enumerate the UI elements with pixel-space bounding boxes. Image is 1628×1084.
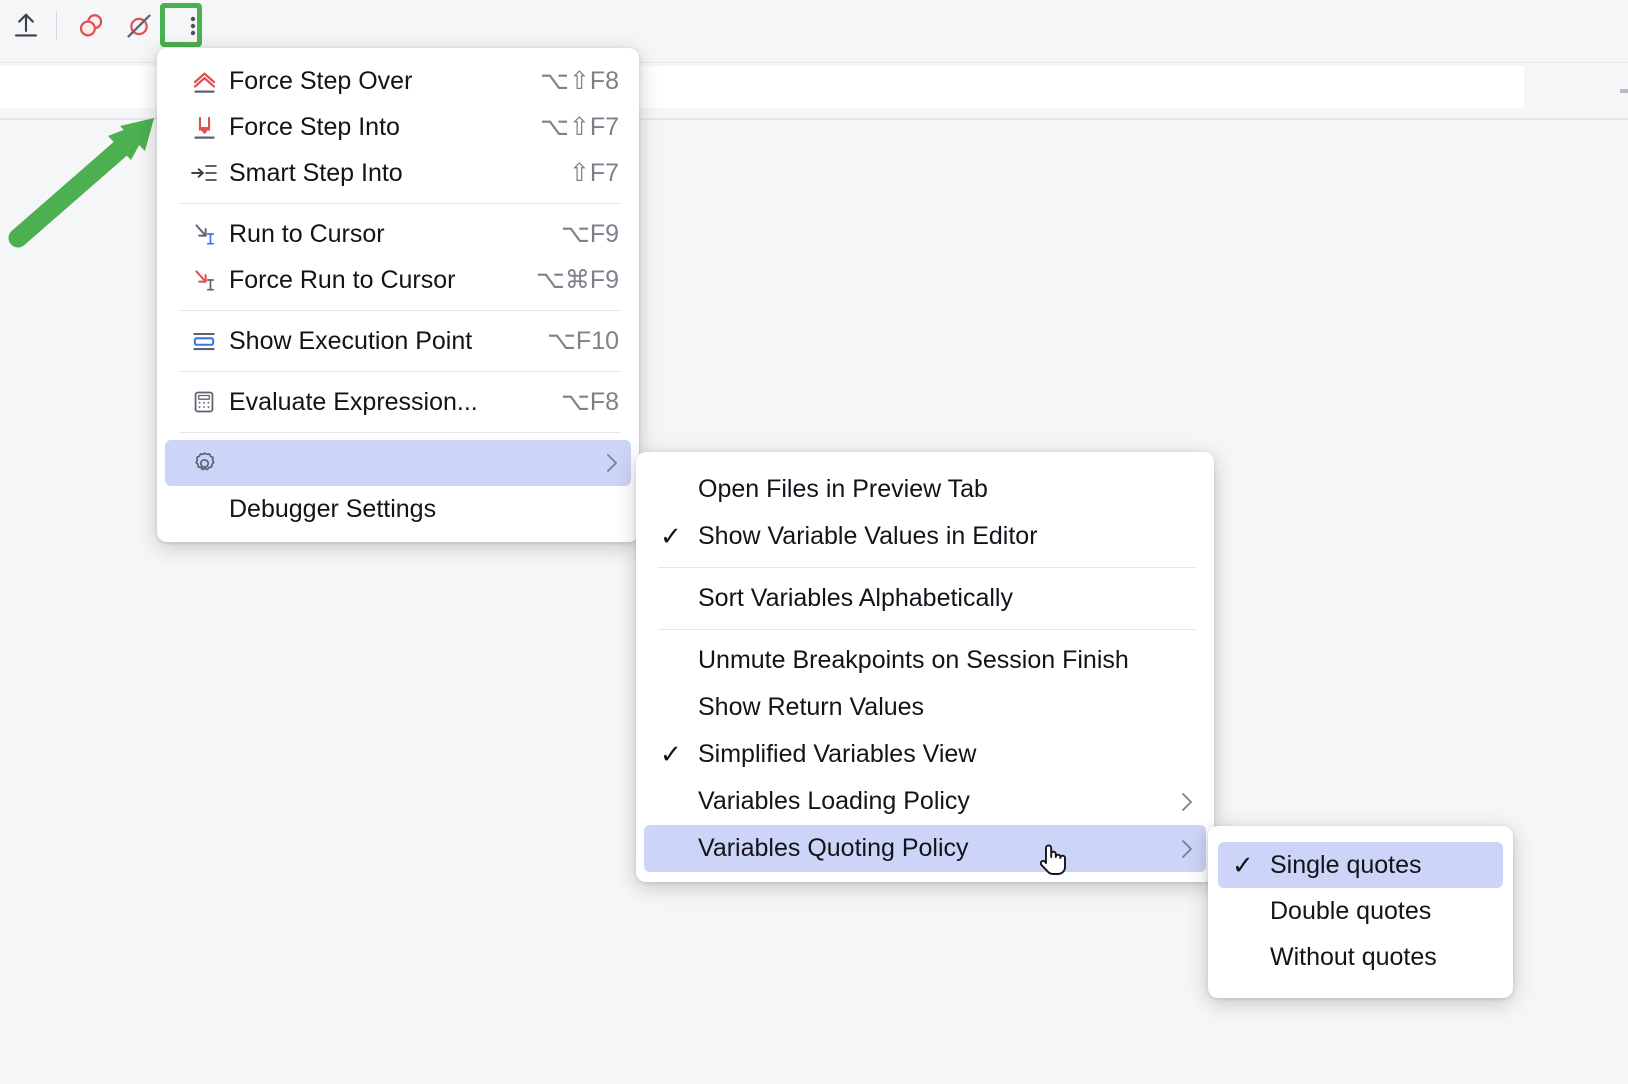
chevron-right-icon [605, 451, 619, 475]
menu-item-debugger-settings[interactable] [165, 440, 631, 486]
menu-item-label: Show Execution Point [229, 327, 519, 356]
force-step-over-icon [187, 66, 221, 96]
menu-item-shortcut: ⌥F9 [561, 219, 619, 249]
menu-item-force-step-over[interactable]: Force Step Over ⌥⇧F8 [165, 58, 631, 104]
menu-item-label: Force Run to Cursor [229, 266, 508, 295]
menu-item-label: Evaluate Expression... [229, 388, 533, 417]
menu-item-variables-loading-policy[interactable]: Variables Loading Policy [644, 778, 1206, 825]
check-icon: ✓ [1232, 850, 1270, 881]
menu-item-shortcut: ⌥F10 [547, 326, 619, 356]
menu-item-shortcut: ⌥⇧F7 [540, 112, 619, 142]
menu-item-simplified-variables-view[interactable]: ✓ Simplified Variables View [644, 731, 1206, 778]
menu-item-shortcut: ⇧F7 [569, 158, 619, 188]
force-run-to-cursor-icon [187, 265, 221, 295]
mute-breakpoints-icon [75, 10, 107, 42]
check-icon: ✓ [660, 739, 698, 770]
mute-breakpoints-button[interactable] [69, 4, 113, 48]
menu-item-show-execution-point[interactable]: Show Execution Point ⌥F10 [165, 318, 631, 364]
menu-separator [658, 567, 1196, 568]
menu-item-label: Sort Variables Alphabetically [698, 584, 1194, 613]
evaluate-expression-icon [187, 387, 221, 417]
menu-item-shortcut: ⌥F8 [561, 387, 619, 417]
menu-item-show-variable-values-in-editor[interactable]: ✓ Show Variable Values in Editor [644, 513, 1206, 560]
menu-separator [179, 432, 621, 433]
step-out-button[interactable] [4, 4, 48, 48]
menu-item-without-quotes[interactable]: Without quotes [1218, 934, 1503, 980]
menu-separator [658, 629, 1196, 630]
menu-item-variables-quoting-policy[interactable]: Variables Quoting Policy [644, 825, 1206, 872]
disable-breakpoints-icon [123, 10, 155, 42]
menu-item-label: Force Step Over [229, 67, 512, 96]
menu-item-shortcut: ⌥⇧F8 [540, 66, 619, 96]
menu-item-label: Debugger Settings [229, 495, 619, 524]
more-options-icon [180, 11, 206, 41]
menu-item-label: Force Step Into [229, 113, 512, 142]
background-scroll-marker [1620, 89, 1628, 93]
menu-item-label: Single quotes [1270, 851, 1491, 880]
menu-item-label: Variables Quoting Policy [698, 834, 1160, 863]
toolbar-separator [56, 12, 57, 40]
step-out-icon [11, 11, 41, 41]
gear-icon [187, 448, 221, 478]
menu-item-label: Smart Step Into [229, 159, 541, 188]
menu-item-evaluate-expression[interactable]: Evaluate Expression... ⌥F8 [165, 379, 631, 425]
menu-item-modify-run-configuration[interactable]: Debugger Settings [165, 486, 631, 532]
chevron-right-icon [1180, 790, 1194, 814]
menu-item-smart-step-into[interactable]: Smart Step Into ⇧F7 [165, 150, 631, 196]
menu-item-label: Double quotes [1270, 897, 1491, 926]
menu-item-label: Unmute Breakpoints on Session Finish [698, 646, 1194, 675]
variables-quoting-policy-submenu: ✓ Single quotes Double quotes Without qu… [1208, 826, 1513, 998]
menu-item-shortcut: ⌥⌘F9 [536, 265, 619, 295]
menu-item-label: Show Variable Values in Editor [698, 522, 1194, 551]
menu-item-show-return-values[interactable]: Show Return Values [644, 684, 1206, 731]
chevron-right-icon [1180, 837, 1194, 861]
menu-separator [179, 310, 621, 311]
menu-item-label: Show Return Values [698, 693, 1194, 722]
menu-separator [179, 371, 621, 372]
smart-step-into-icon [187, 158, 221, 188]
menu-item-label: Open Files in Preview Tab [698, 475, 1194, 504]
debugger-toolbar [0, 0, 1628, 52]
menu-item-run-to-cursor[interactable]: Run to Cursor ⌥F9 [165, 211, 631, 257]
more-options-button[interactable] [171, 4, 215, 48]
debugger-settings-submenu: Open Files in Preview Tab ✓ Show Variabl… [636, 452, 1214, 882]
menu-item-label: Run to Cursor [229, 220, 533, 249]
debugger-actions-menu: Force Step Over ⌥⇧F8 Force Step Into ⌥⇧F… [157, 48, 639, 542]
menu-item-single-quotes[interactable]: ✓ Single quotes [1218, 842, 1503, 888]
disable-breakpoints-button[interactable] [117, 4, 161, 48]
no-icon-placeholder [187, 494, 221, 524]
menu-item-force-run-to-cursor[interactable]: Force Run to Cursor ⌥⌘F9 [165, 257, 631, 303]
menu-item-unmute-breakpoints-on-session-finish[interactable]: Unmute Breakpoints on Session Finish [644, 637, 1206, 684]
menu-item-sort-variables-alphabetically[interactable]: Sort Variables Alphabetically [644, 575, 1206, 622]
menu-separator [179, 203, 621, 204]
show-execution-point-icon [187, 326, 221, 356]
check-icon: ✓ [660, 521, 698, 552]
menu-item-label: Without quotes [1270, 943, 1491, 972]
force-step-into-icon [187, 112, 221, 142]
menu-item-label: Simplified Variables View [698, 740, 1194, 769]
menu-item-force-step-into[interactable]: Force Step Into ⌥⇧F7 [165, 104, 631, 150]
menu-item-open-files-in-preview-tab[interactable]: Open Files in Preview Tab [644, 466, 1206, 513]
run-to-cursor-icon [187, 219, 221, 249]
menu-item-label: Variables Loading Policy [698, 787, 1160, 816]
menu-item-double-quotes[interactable]: Double quotes [1218, 888, 1503, 934]
